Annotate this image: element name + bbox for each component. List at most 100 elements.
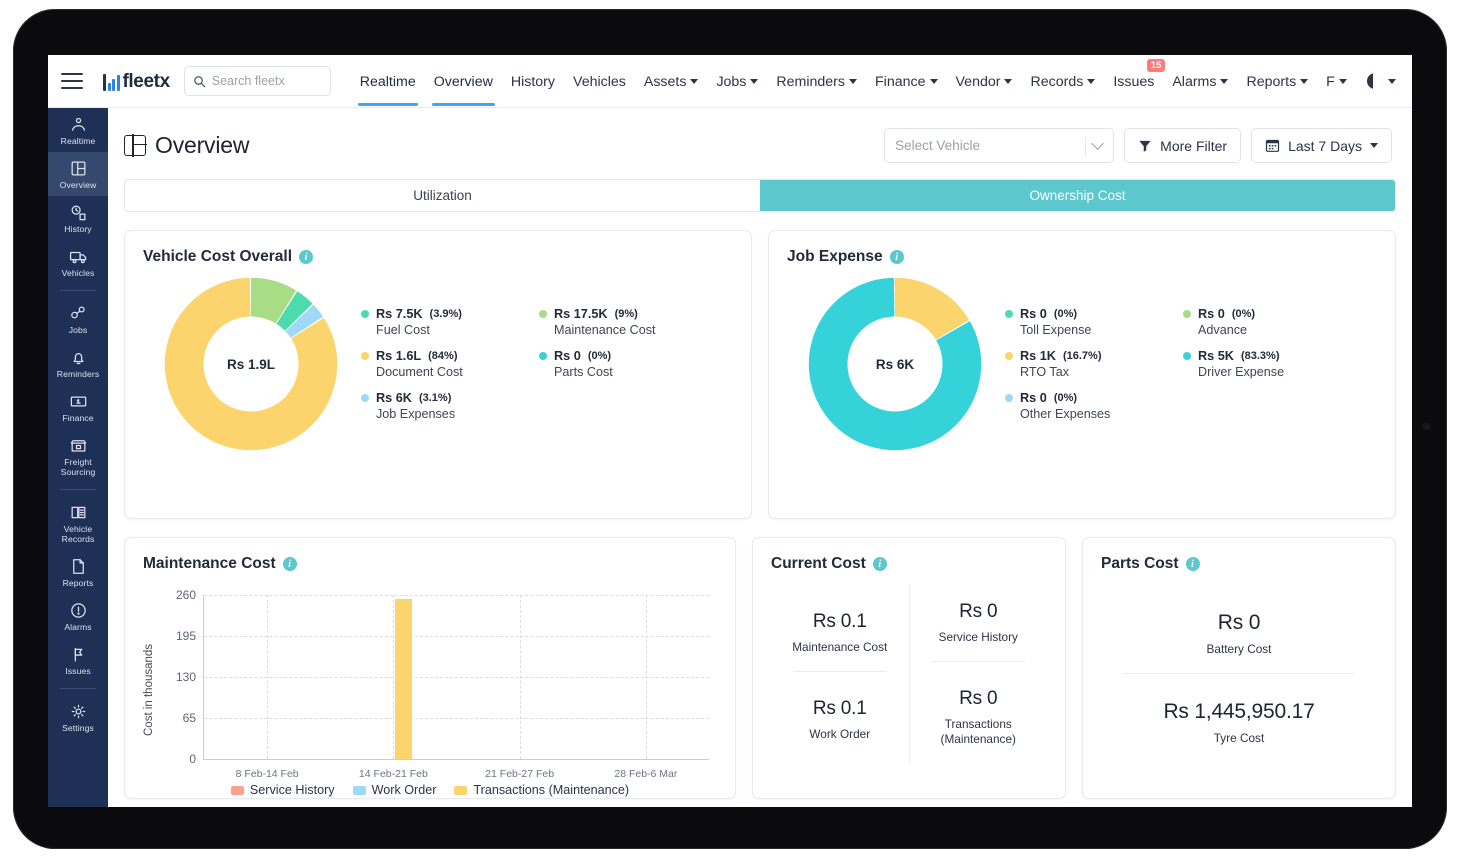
nav-item-overview[interactable]: Overview <box>425 57 502 106</box>
legend-item[interactable]: Transactions (Maintenance) <box>454 783 629 797</box>
more-filter-button[interactable]: More Filter <box>1124 128 1242 163</box>
current-cost-grid: Rs 0.1 Maintenance Cost Rs 0.1 Work Orde… <box>771 585 1047 763</box>
legend-value: Rs 1K <box>1020 349 1056 363</box>
legend-item[interactable]: Rs 17.5K (9%) Maintenance Cost <box>539 307 689 337</box>
legend-item[interactable]: Rs 1K (16.7%) RTO Tax <box>1005 349 1155 379</box>
nav-item-vehicles[interactable]: Vehicles <box>564 57 635 106</box>
job-expense-donut[interactable]: Rs 6K <box>807 276 983 452</box>
donut-cards-row: Vehicle Cost Overall i Rs 1.9L Rs 7.5K (… <box>124 230 1396 519</box>
nav-item-realtime[interactable]: Realtime <box>351 57 425 106</box>
vehicle-cost-donut[interactable]: Rs 1.9L <box>163 276 339 452</box>
sidebar-item-reports[interactable]: Reports <box>48 550 108 594</box>
stat-column: Rs 0 Battery Cost Rs 1,445,950.17 Tyre C… <box>1101 585 1377 762</box>
fleetx-logo[interactable]: fleetx <box>103 72 170 91</box>
maintenance-bar-chart[interactable]: Cost in thousands 0 65 130 195 260 8 Feb-14 F… <box>143 587 717 797</box>
nav-item-records[interactable]: Records <box>1021 57 1104 106</box>
legend-item[interactable]: Rs 7.5K (3.9%) Fuel Cost <box>361 307 511 337</box>
info-icon[interactable]: i <box>282 557 297 571</box>
sidebar-item-history[interactable]: History <box>48 196 108 240</box>
x-axis-tick: 14 Feb-21 Feb <box>358 768 428 780</box>
date-range-button[interactable]: Last 7 Days <box>1251 128 1392 163</box>
nav-label: Overview <box>433 73 493 90</box>
nav-label: Realtime <box>359 73 416 90</box>
info-icon[interactable]: i <box>299 250 314 264</box>
info-icon[interactable]: i <box>872 557 887 571</box>
legend-color-dot <box>539 352 547 360</box>
nav-item-alarms[interactable]: Alarms <box>1163 57 1237 106</box>
sidebar-item-realtime[interactable]: Realtime <box>48 108 108 152</box>
stat-label: Battery Cost <box>1206 642 1272 656</box>
legend-item[interactable]: Rs 0 (0%) Parts Cost <box>539 349 689 379</box>
legend-item[interactable]: Work Order <box>352 783 436 797</box>
y-axis-tick: 195 <box>175 629 196 643</box>
sidebar-item-label: Settings <box>62 723 94 733</box>
layout-dashboard-icon <box>69 159 88 178</box>
sidebar-item-finance[interactable]: Finance <box>48 385 108 429</box>
legend-value: Rs 17.5K <box>554 307 608 321</box>
nav-item-finance[interactable]: Finance <box>866 57 946 106</box>
sidebar-item-reminders[interactable]: Reminders <box>48 341 108 385</box>
nav-item-reports[interactable]: Reports <box>1237 57 1317 106</box>
tab-utilization[interactable]: Utilization <box>125 180 760 211</box>
bar[interactable] <box>395 599 413 759</box>
stat-cell: Rs 0 Transactions (Maintenance) <box>910 662 1048 763</box>
legend-item[interactable]: Service History <box>230 783 335 797</box>
search-icon <box>193 75 206 87</box>
sidebar-item-alarms[interactable]: Alarms <box>48 594 108 638</box>
sidebar-item-vehicle-records[interactable]: Vehicle Records <box>48 496 108 550</box>
legend-item[interactable]: Rs 0 (0%) Advance <box>1183 307 1333 337</box>
nav-label: Finance <box>875 73 926 90</box>
legend-label: Parts Cost <box>554 365 613 379</box>
truck-icon <box>69 247 88 266</box>
funnel-icon <box>1139 140 1151 152</box>
nav-item-f[interactable]: F <box>1317 57 1356 106</box>
legend-item[interactable]: Rs 0 (0%) Other Expenses <box>1005 391 1155 421</box>
sidebar-item-label: Reports <box>62 578 94 588</box>
language-switcher[interactable] <box>1367 73 1412 89</box>
nav-item-issues[interactable]: Issues 15 <box>1104 57 1166 106</box>
legend-color-dot <box>1183 352 1191 360</box>
nav-item-reminders[interactable]: Reminders <box>767 57 866 106</box>
vehicle-select[interactable]: Select Vehicle <box>884 128 1115 163</box>
legend-color-dot <box>1183 310 1191 318</box>
legend-percent: (16.7%) <box>1062 350 1102 362</box>
nav-item-jobs[interactable]: Jobs <box>707 57 767 106</box>
nav-label: Assets <box>643 73 687 90</box>
legend-item[interactable]: Rs 6K (3.1%) Job Expenses <box>361 391 511 421</box>
sidebar-item-vehicles[interactable]: Vehicles <box>48 240 108 284</box>
stat-label: Maintenance Cost <box>792 640 888 654</box>
top-navigation-bar: fleetx Search fleetx Realtime Overview H… <box>48 55 1412 108</box>
card-title: Current Cost i <box>771 555 1047 573</box>
parts-cost-card: Parts Cost i Rs 0 Battery Cost Rs 1,445,… <box>1082 537 1396 799</box>
nav-label: Vendor <box>955 73 1001 90</box>
info-icon[interactable]: i <box>1185 557 1200 571</box>
info-icon[interactable]: i <box>889 250 904 264</box>
plot-area: 0 65 130 195 260 8 Feb-14 Feb 14 Feb-21 Feb 21 … <box>176 588 709 780</box>
gear-icon <box>69 702 88 721</box>
chevron-down-icon <box>1338 79 1347 84</box>
card-title: Job Expense i <box>787 248 1377 266</box>
legend-item[interactable]: Rs 5K (83.3%) Driver Expense <box>1183 349 1333 379</box>
nav-item-history[interactable]: History <box>502 57 564 106</box>
legend-item[interactable]: Rs 1.6L (84%) Document Cost <box>361 349 511 379</box>
chevron-down-icon <box>1300 79 1309 84</box>
sidebar-item-jobs[interactable]: Jobs <box>48 297 108 341</box>
nav-label: Reminders <box>776 73 846 90</box>
legend-value: Rs 0 <box>1020 391 1047 405</box>
sidebar-item-settings[interactable]: Settings <box>48 695 108 739</box>
legend-column: Rs 17.5K (9%) Maintenance Cost Rs 0 (0%)… <box>539 307 689 421</box>
sidebar-item-issues[interactable]: Issues <box>48 638 108 682</box>
tab-ownership-cost[interactable]: Ownership Cost <box>760 180 1395 211</box>
sidebar-item-freight-sourcing[interactable]: Freight Sourcing <box>48 429 108 483</box>
legend-item[interactable]: Rs 0 (0%) Toll Expense <box>1005 307 1155 337</box>
nav-item-assets[interactable]: Assets <box>635 57 708 106</box>
hamburger-icon[interactable] <box>61 73 83 89</box>
y-axis-tick: 260 <box>175 588 196 602</box>
legend-percent: (3.1%) <box>418 392 452 404</box>
legend-label: Maintenance Cost <box>554 323 656 337</box>
sidebar-item-label: Finance <box>62 413 94 423</box>
sidebar-item-overview[interactable]: Overview <box>48 152 108 196</box>
legend-percent: (0%) <box>1231 308 1256 320</box>
nav-item-vendor[interactable]: Vendor <box>947 57 1022 106</box>
search-input[interactable]: Search fleetx <box>183 66 331 96</box>
